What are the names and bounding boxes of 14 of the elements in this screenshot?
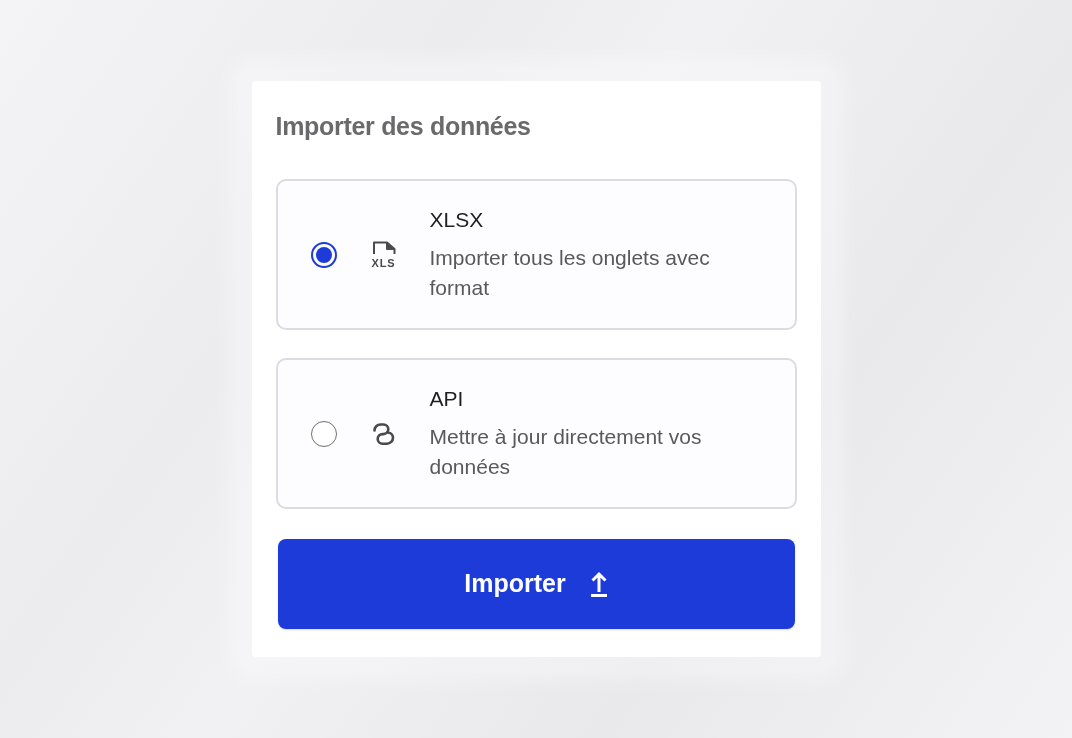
- option-title: API: [429, 386, 464, 412]
- import-button[interactable]: Importer: [277, 539, 795, 629]
- option-description: Importer tous les onglets avec format: [429, 245, 711, 301]
- option-title: XLSX: [429, 207, 484, 233]
- dialog-title: Importer des données: [275, 111, 531, 141]
- option-description: Mettre à jour directement vos données: [429, 424, 703, 480]
- file-icon: [371, 240, 396, 255]
- option-card[interactable]: XLS XLSX Importer tous les onglets avec format: [275, 179, 797, 330]
- option-card[interactable]: API Mettre à jour directement vos données: [275, 358, 797, 509]
- radio-button[interactable]: [310, 241, 337, 268]
- upload-icon: [589, 571, 608, 597]
- radio-button[interactable]: [310, 420, 337, 447]
- api-icon: [370, 420, 397, 447]
- file-type-label: XLS: [371, 256, 396, 269]
